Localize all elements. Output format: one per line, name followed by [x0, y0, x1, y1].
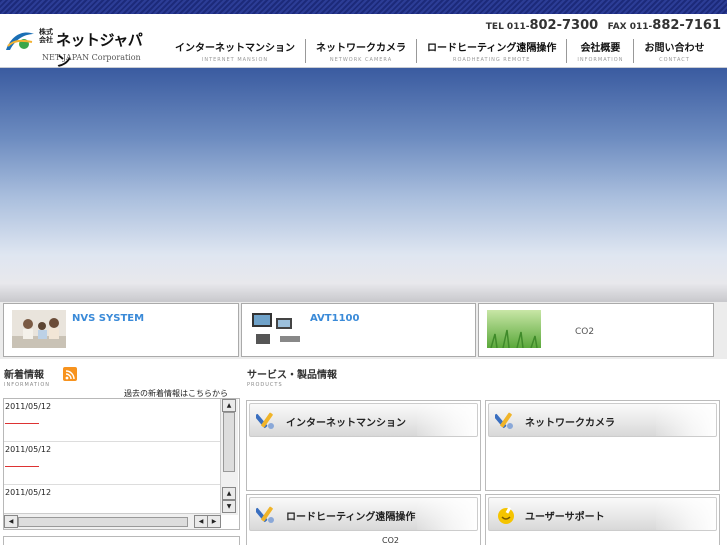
site-header: 株式会社 ネットジャパン NET JAPAN Corporation TEL 0…: [0, 14, 727, 70]
products-title: サービス・製品情報: [247, 370, 337, 381]
products-section: サービス・製品情報 PRODUCTS インターネットマンション ネットワークカメ…: [245, 360, 727, 545]
rss-icon[interactable]: [63, 367, 77, 381]
logo-kabushiki: 株式会社: [39, 28, 53, 44]
product-card-roadheating[interactable]: ロードヒーティング遠隔操作 CO2: [246, 494, 481, 545]
banner-co2[interactable]: CO2: [478, 303, 714, 357]
logo-swoosh-icon: [6, 32, 34, 50]
tel-label: TEL 011-: [485, 22, 530, 32]
card-header[interactable]: ネットワークカメラ: [488, 403, 717, 437]
banner-title: AVT1100: [310, 313, 360, 324]
device-photo-icon: [250, 310, 304, 348]
family-photo-icon: [12, 310, 66, 348]
contact-info: TEL 011-802-7300 FAX 011-882-7161: [486, 18, 721, 33]
vertical-scrollbar[interactable]: ▲ ▲ ▼: [220, 399, 238, 515]
nav-network-camera[interactable]: ネットワークカメラ NETWORK CAMERA: [305, 39, 416, 63]
product-card-user-support[interactable]: ユーザーサポート: [485, 494, 720, 545]
banner-row: NVS SYSTEM AVT1100 CO2: [0, 302, 727, 359]
news-item[interactable]: 2011/05/12: [4, 399, 220, 442]
scroll-up-icon[interactable]: ▲: [222, 399, 236, 412]
card-note: CO2: [382, 536, 399, 545]
nav-sublabel: ROADHEATING REMOTE: [453, 57, 531, 63]
card-label: ネットワークカメラ: [525, 418, 615, 429]
nav-sublabel: CONTACT: [659, 57, 690, 63]
scroll-left-icon[interactable]: ◀: [194, 515, 208, 528]
card-header[interactable]: ユーザーサポート: [488, 497, 717, 531]
card-label: ユーザーサポート: [525, 512, 605, 523]
horizontal-scrollbar[interactable]: ◀ ◀ ▶: [4, 513, 221, 529]
nav-contact[interactable]: お問い合わせ CONTACT: [633, 39, 714, 63]
nav-label: ロードヒーティング遠隔操作: [427, 43, 557, 54]
news-section: 新着情報 INFORMATION 過去の新着情報はこちらから 2011/05/1…: [0, 360, 245, 545]
product-card-internet-mansion[interactable]: インターネットマンション: [246, 400, 481, 491]
card-header[interactable]: ロードヒーティング遠隔操作: [249, 497, 478, 531]
product-card-network-camera[interactable]: ネットワークカメラ: [485, 400, 720, 491]
nav-sublabel: INFORMATION: [577, 57, 624, 63]
nav-sublabel: INTERNET MANSION: [201, 57, 269, 63]
banner-title: CO2: [575, 327, 595, 337]
nav-sublabel: NETWORK CAMERA: [329, 57, 393, 63]
scroll-thumb[interactable]: [223, 412, 235, 472]
products-subtitle: PRODUCTS: [247, 382, 283, 388]
news-divider: [5, 466, 39, 467]
scroll-left-icon[interactable]: ◀: [4, 515, 18, 528]
nav-label: ネットワークカメラ: [316, 43, 406, 54]
scroll-down-icon[interactable]: ▼: [222, 500, 236, 513]
support-icon: [498, 506, 514, 524]
news-item[interactable]: 2011/05/12: [4, 442, 220, 485]
nav-label: お問い合わせ: [644, 43, 705, 54]
news-divider: [5, 423, 39, 424]
logo-name: ネットジャパン: [56, 31, 143, 70]
nav-internet-mansion[interactable]: インターネットマンション INTERNET MANSION: [165, 39, 305, 63]
card-label: インターネットマンション: [286, 418, 406, 429]
nav-information[interactable]: 会社概要 INFORMATION: [566, 39, 633, 63]
wrench-pen-icon: [256, 506, 274, 523]
news-list[interactable]: 2011/05/12 2011/05/12 2011/05/12 ▲ ▲ ▼ ◀…: [3, 398, 240, 530]
fax-label: FAX 011-: [607, 22, 653, 32]
card-label: ロードヒーティング遠隔操作: [286, 512, 416, 523]
nav-label: インターネットマンション: [175, 43, 295, 54]
news-box-bottom: [3, 536, 240, 545]
grass-photo-icon: [487, 310, 541, 348]
top-stripe: [0, 0, 727, 14]
page: 株式会社 ネットジャパン NET JAPAN Corporation TEL 0…: [0, 0, 727, 545]
banner-nvs-system[interactable]: NVS SYSTEM: [3, 303, 239, 357]
news-subtitle: INFORMATION: [4, 382, 51, 388]
company-logo[interactable]: 株式会社 ネットジャパン NET JAPAN Corporation: [4, 26, 144, 70]
wrench-pen-icon: [256, 412, 274, 429]
banner-avt1100[interactable]: AVT1100: [241, 303, 476, 357]
fax-number: 882-7161: [652, 18, 721, 33]
hero-banner: [0, 68, 727, 302]
tel-number: 802-7300: [529, 18, 599, 33]
scroll-right-icon[interactable]: ▶: [207, 515, 221, 528]
news-date: 2011/05/12: [5, 402, 52, 411]
news-title: 新着情報: [4, 370, 44, 381]
nav-label: 会社概要: [580, 43, 621, 54]
wrench-pen-icon: [495, 412, 513, 429]
scroll-thumb[interactable]: [18, 517, 188, 527]
banner-title: NVS SYSTEM: [72, 313, 145, 324]
card-header[interactable]: インターネットマンション: [249, 403, 478, 437]
news-date: 2011/05/12: [5, 445, 52, 454]
news-date: 2011/05/12: [5, 488, 52, 497]
nav-roadheating-remote[interactable]: ロードヒーティング遠隔操作 ROADHEATING REMOTE: [416, 39, 566, 63]
logo-english: NET JAPAN Corporation: [42, 53, 141, 62]
scroll-up-icon[interactable]: ▲: [222, 487, 236, 500]
